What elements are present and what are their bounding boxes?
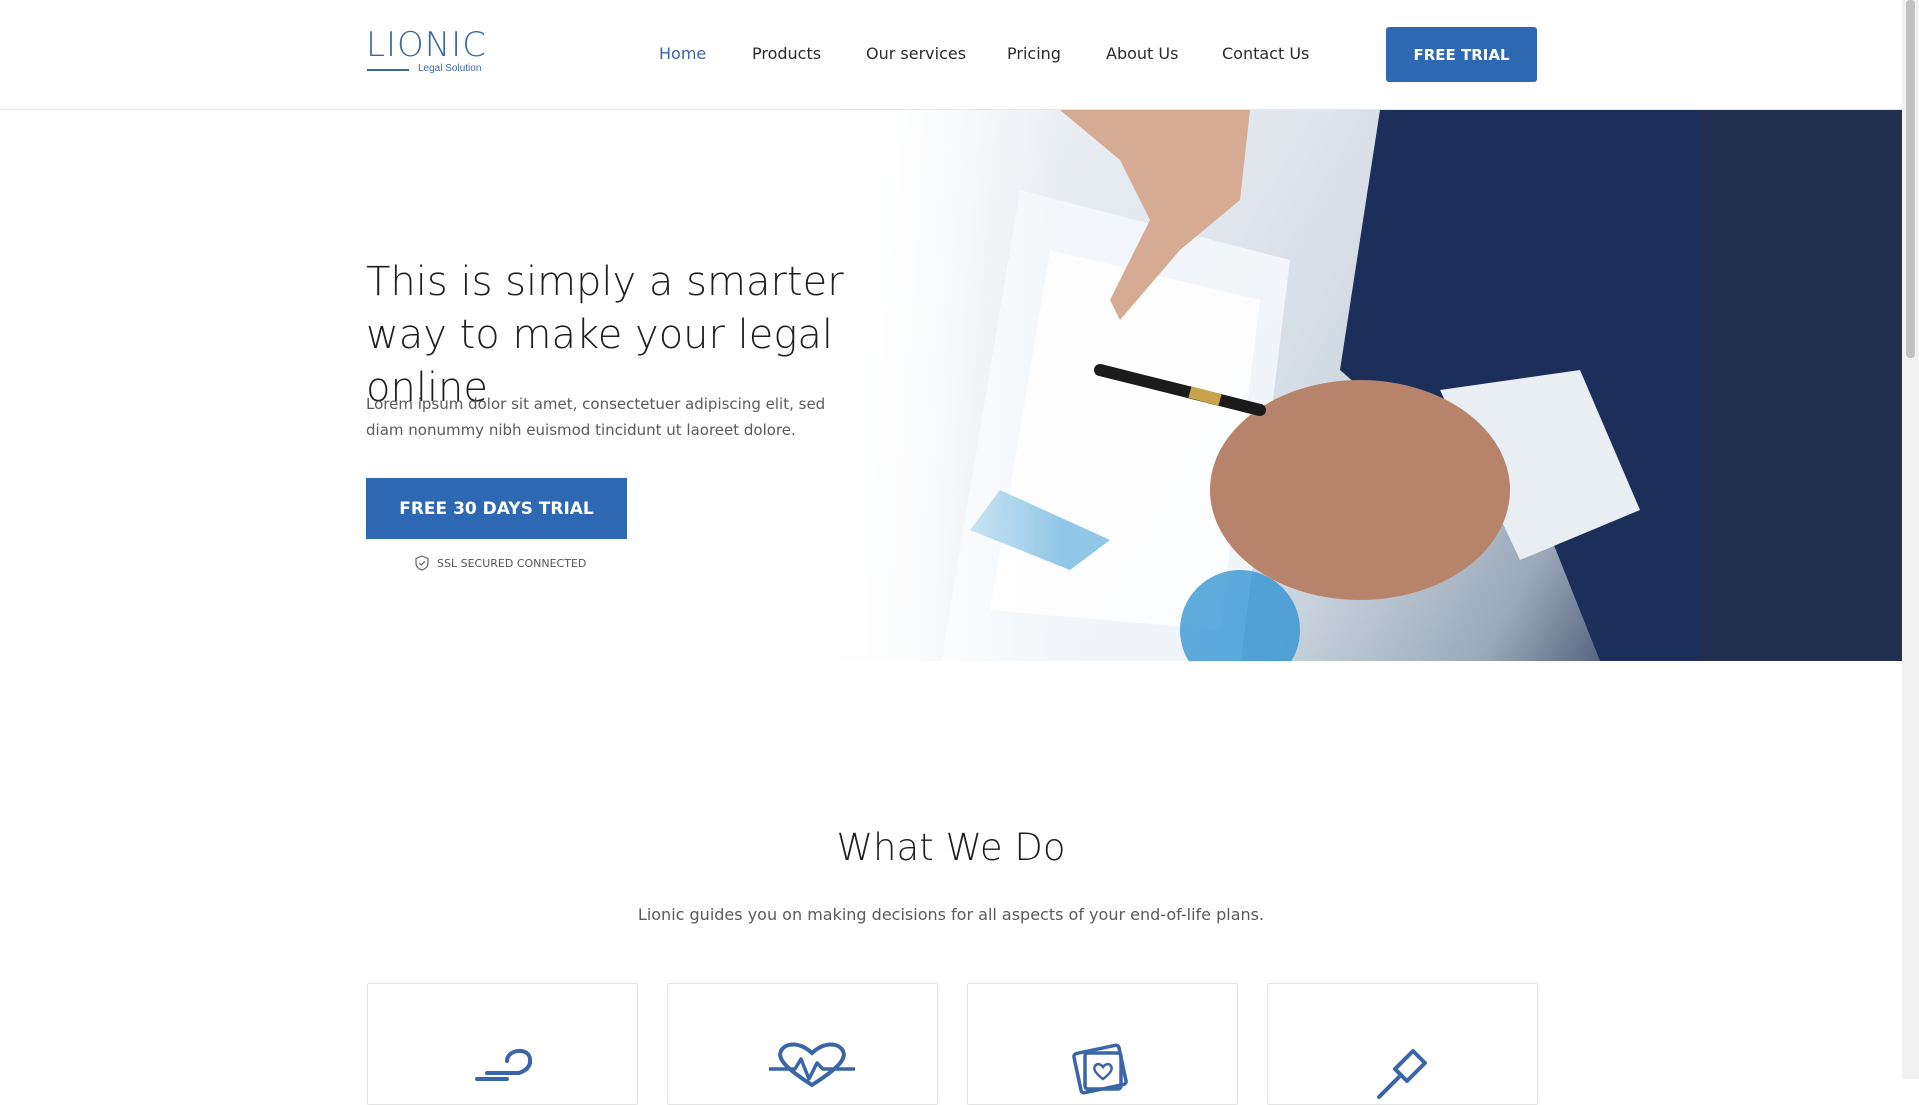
- service-card[interactable]: [1267, 983, 1538, 1105]
- nav-item-contact-us[interactable]: Contact Us: [1222, 44, 1309, 63]
- nav-item-pricing[interactable]: Pricing: [1007, 44, 1061, 63]
- ssl-badge: SSL SECURED CONNECTED: [415, 554, 586, 572]
- section-subtitle: Lionic guides you on making decisions fo…: [637, 905, 1265, 924]
- nav-item-our-services[interactable]: Our services: [866, 44, 966, 63]
- logo[interactable]: LIONIC Legal Solution: [366, 28, 486, 78]
- scrollbar-thumb[interactable]: [1906, 0, 1915, 358]
- money-cards-icon: [1072, 1043, 1128, 1095]
- ssl-text: SSL SECURED CONNECTED: [437, 556, 587, 570]
- heartbeat-icon: [769, 1042, 855, 1088]
- nav-item-home[interactable]: Home: [659, 44, 706, 63]
- logo-underline: [367, 69, 409, 71]
- site-header: LIONIC Legal Solution Home Products Our …: [0, 0, 1902, 110]
- service-card[interactable]: [967, 983, 1238, 1105]
- page-scrollbar[interactable]: [1902, 0, 1919, 1079]
- shield-check-icon: [415, 555, 429, 571]
- nav-item-about-us[interactable]: About Us: [1106, 44, 1178, 63]
- free-30-days-trial-button[interactable]: FREE 30 DAYS TRIAL: [366, 478, 627, 539]
- gavel-icon: [1377, 1049, 1427, 1099]
- free-trial-button[interactable]: FREE TRIAL: [1386, 27, 1537, 82]
- nav-item-products[interactable]: Products: [752, 44, 821, 63]
- logo-wordmark: LIONIC: [366, 25, 487, 65]
- logo-tagline: Legal Solution: [418, 63, 482, 74]
- hero-image: [820, 110, 1902, 661]
- hero-description: Lorem ipsum dolor sit amet, consectetuer…: [366, 395, 826, 439]
- hand-care-icon: [475, 1049, 533, 1081]
- service-card[interactable]: [367, 983, 638, 1105]
- service-card[interactable]: [667, 983, 938, 1105]
- section-title: What We Do: [836, 826, 1066, 869]
